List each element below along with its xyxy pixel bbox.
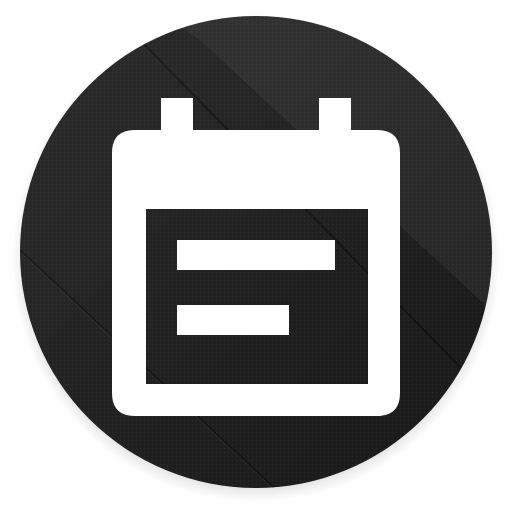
app-icon-stage: [0, 0, 512, 512]
calendar-event-bar-long: [177, 240, 335, 270]
calendar-event-bar-short: [177, 305, 289, 335]
calendar-app-icon[interactable]: [0, 0, 512, 512]
